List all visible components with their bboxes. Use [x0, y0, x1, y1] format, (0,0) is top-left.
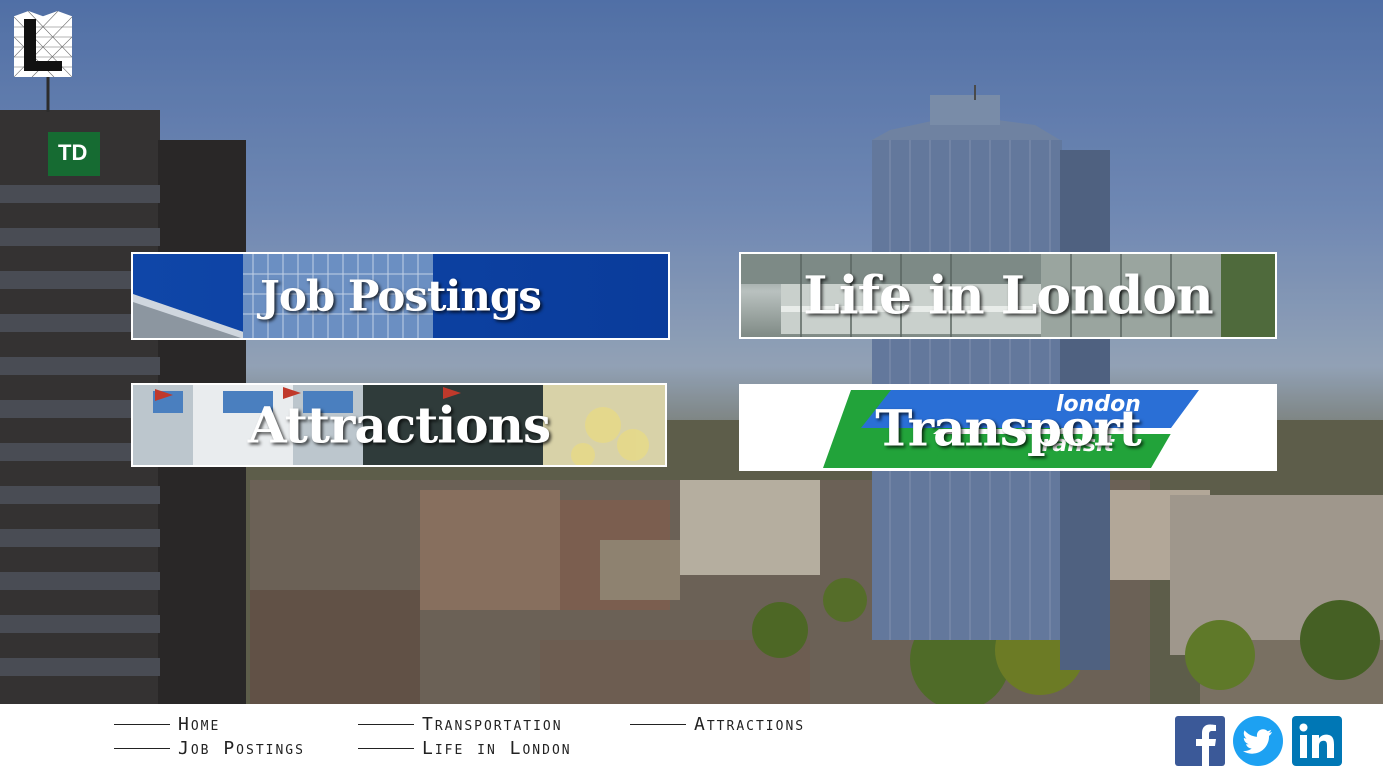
- nav-dash: [358, 723, 414, 726]
- nav-dash: [114, 723, 170, 726]
- nav-dash: [114, 747, 170, 750]
- nav-job-postings-label: Job Postings: [178, 738, 305, 759]
- nav-life-in-london-link[interactable]: Life in London: [358, 738, 572, 759]
- transport-tile[interactable]: london transit Transport: [739, 384, 1277, 471]
- linkedin-icon[interactable]: [1292, 716, 1342, 766]
- nav-dash: [358, 747, 414, 750]
- twitter-icon[interactable]: [1233, 716, 1283, 766]
- nav-transportation-label: Transportation: [422, 714, 563, 735]
- city-skyline-image: [0, 0, 1383, 704]
- job-postings-label: Job Postings: [260, 271, 542, 321]
- nav-home-label: Home: [178, 714, 221, 735]
- life-in-london-label: Life in London: [803, 265, 1213, 326]
- city-logo-icon: [14, 11, 72, 77]
- life-in-london-tile[interactable]: Life in London: [739, 252, 1277, 339]
- nav-life-in-london-label: Life in London: [422, 738, 572, 759]
- nav-job-postings-link[interactable]: Job Postings: [114, 738, 305, 759]
- attractions-tile[interactable]: Attractions: [131, 383, 667, 467]
- attractions-label: Attractions: [247, 395, 551, 455]
- job-postings-tile[interactable]: Job Postings: [131, 252, 670, 340]
- nav-dash: [630, 723, 686, 726]
- transport-label: Transport: [875, 398, 1142, 457]
- nav-home-link[interactable]: Home: [114, 714, 220, 735]
- nav-attractions-link[interactable]: Attractions: [630, 714, 805, 735]
- facebook-icon[interactable]: [1175, 716, 1225, 766]
- footer: Home Job Postings Transportation Life in…: [0, 704, 1383, 778]
- hero-background: TD: [0, 0, 1383, 704]
- site-logo[interactable]: [14, 11, 72, 77]
- td-sign-text: TD: [58, 140, 88, 165]
- nav-attractions-label: Attractions: [694, 714, 806, 735]
- nav-transportation-link[interactable]: Transportation: [358, 714, 563, 735]
